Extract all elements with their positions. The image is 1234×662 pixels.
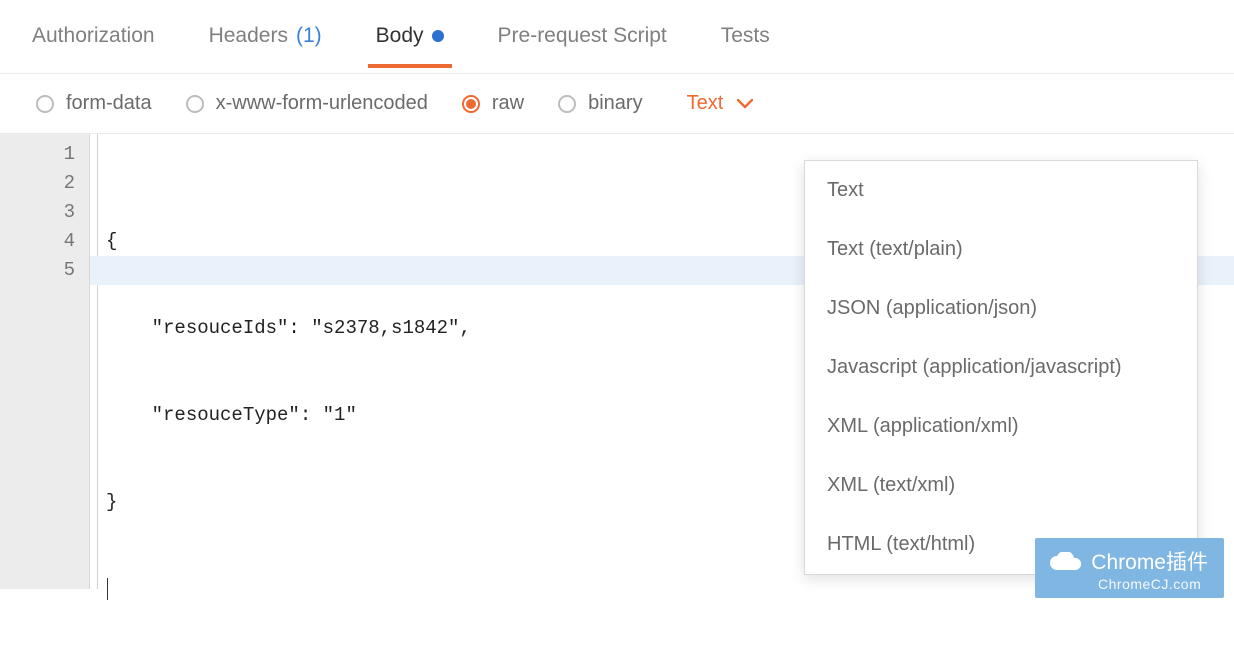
format-option-json[interactable]: JSON (application/json) xyxy=(805,279,1197,338)
tab-prerequest[interactable]: Pre-request Script xyxy=(498,24,667,68)
line-number: 2 xyxy=(0,169,75,198)
radio-raw[interactable]: raw xyxy=(462,92,524,115)
format-dropdown-label: Text xyxy=(687,92,724,115)
code-line: { xyxy=(106,230,117,252)
tab-authorization[interactable]: Authorization xyxy=(32,24,155,68)
code-line: "resouceType": "1" xyxy=(106,404,357,426)
line-number: 1 xyxy=(0,140,75,169)
chevron-down-icon xyxy=(737,99,753,109)
tab-body-label: Body xyxy=(376,24,424,48)
radio-binary[interactable]: binary xyxy=(558,92,642,115)
radio-icon xyxy=(462,95,480,113)
radio-urlencoded[interactable]: x-www-form-urlencoded xyxy=(186,92,428,115)
format-option-javascript[interactable]: Javascript (application/javascript) xyxy=(805,338,1197,397)
tab-tests-label: Tests xyxy=(721,24,770,48)
editor-gutter: 1 2 3 4 5 xyxy=(0,134,90,589)
tab-prerequest-label: Pre-request Script xyxy=(498,24,667,48)
tab-headers-count: (1) xyxy=(296,24,322,48)
radio-urlencoded-label: x-www-form-urlencoded xyxy=(216,92,428,115)
tab-body[interactable]: Body xyxy=(376,24,444,68)
radio-binary-label: binary xyxy=(588,92,642,115)
watermark-badge: Chrome插件 ChromeCJ.com xyxy=(1035,538,1224,598)
format-option-text-plain[interactable]: Text (text/plain) xyxy=(805,220,1197,279)
unsaved-dot-icon xyxy=(432,30,444,42)
body-type-row: form-data x-www-form-urlencoded raw bina… xyxy=(0,74,1234,129)
line-number: 4 xyxy=(0,227,75,256)
request-tabs: Authorization Headers (1) Body Pre-reque… xyxy=(0,0,1234,74)
format-option-xml-text[interactable]: XML (text/xml) xyxy=(805,456,1197,515)
text-cursor-icon xyxy=(107,578,108,600)
radio-raw-label: raw xyxy=(492,92,524,115)
tab-headers-label: Headers xyxy=(209,24,288,48)
format-option-text[interactable]: Text xyxy=(805,161,1197,220)
tab-headers[interactable]: Headers (1) xyxy=(209,24,322,68)
radio-form-data-label: form-data xyxy=(66,92,152,115)
line-number: 5 xyxy=(0,256,75,285)
watermark-title: Chrome插件 xyxy=(1091,546,1208,576)
tab-tests[interactable]: Tests xyxy=(721,24,770,68)
format-option-xml-app[interactable]: XML (application/xml) xyxy=(805,397,1197,456)
code-line: "resouceIds": "s2378,s1842", xyxy=(106,317,471,339)
line-number: 3 xyxy=(0,198,75,227)
radio-form-data[interactable]: form-data xyxy=(36,92,152,115)
watermark-sub: ChromeCJ.com xyxy=(1098,576,1201,592)
radio-icon xyxy=(558,95,576,113)
radio-icon xyxy=(186,95,204,113)
tab-authorization-label: Authorization xyxy=(32,24,155,48)
cloud-icon xyxy=(1047,552,1085,574)
radio-icon xyxy=(36,95,54,113)
format-dropdown-menu: Text Text (text/plain) JSON (application… xyxy=(804,160,1198,575)
code-line: } xyxy=(106,491,117,513)
format-dropdown-trigger[interactable]: Text xyxy=(687,92,754,115)
